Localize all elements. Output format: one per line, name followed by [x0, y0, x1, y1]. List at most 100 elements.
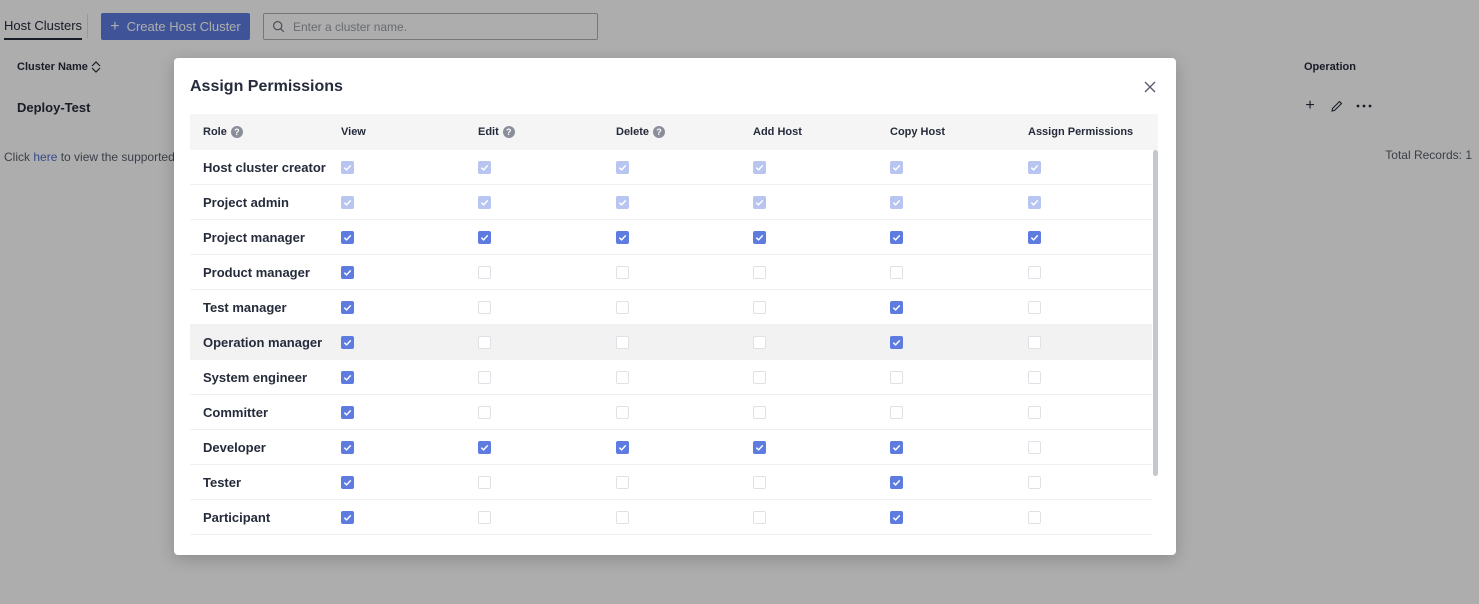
permission-cell [616, 395, 629, 429]
checkbox-assign-permissions[interactable] [1028, 300, 1041, 314]
checkbox-add-host [753, 160, 766, 174]
checkbox-add-host [753, 195, 766, 209]
checkbox-assign-permissions[interactable] [1028, 475, 1041, 489]
help-icon[interactable]: ? [502, 126, 515, 138]
checkbox-delete[interactable] [616, 370, 629, 384]
checkbox-delete[interactable] [616, 440, 629, 454]
checkbox-delete[interactable] [616, 230, 629, 244]
permission-cell [890, 185, 903, 219]
permission-cell [890, 430, 903, 464]
checkbox-copy-host[interactable] [890, 475, 903, 489]
checkbox-copy-host[interactable] [890, 405, 903, 419]
checkbox-copy-host[interactable] [890, 440, 903, 454]
checkbox-assign-permissions[interactable] [1028, 405, 1041, 419]
checkbox-edit[interactable] [478, 300, 491, 314]
checkbox-add-host[interactable] [753, 370, 766, 384]
table-row: Developer [190, 430, 1152, 465]
permission-cell [890, 290, 903, 324]
permission-cell [478, 430, 491, 464]
permission-cell [341, 185, 354, 219]
role-cell: Product manager [203, 255, 310, 289]
role-cell: Test manager [203, 290, 287, 324]
checkbox-assign-permissions[interactable] [1028, 440, 1041, 454]
checkbox-delete[interactable] [616, 475, 629, 489]
role-cell: Tester [203, 465, 241, 499]
permission-cell [341, 290, 354, 324]
checkbox-copy-host[interactable] [890, 370, 903, 384]
permission-cell [890, 255, 903, 289]
permission-cell [753, 325, 766, 359]
help-icon[interactable]: ? [653, 126, 666, 138]
checkbox-edit[interactable] [478, 335, 491, 349]
role-name: Host cluster creator [203, 159, 326, 175]
checkbox-edit[interactable] [478, 440, 491, 454]
table-row: Participant [190, 500, 1152, 535]
checkbox-assign-permissions[interactable] [1028, 510, 1041, 524]
checkbox-add-host[interactable] [753, 475, 766, 489]
permission-cell [1028, 185, 1041, 219]
checkbox-view[interactable] [341, 440, 354, 454]
permission-cell [616, 360, 629, 394]
checkbox-assign-permissions[interactable] [1028, 370, 1041, 384]
permission-cell [341, 430, 354, 464]
checkbox-view[interactable] [341, 510, 354, 524]
checkbox-view[interactable] [341, 265, 354, 279]
checkbox-add-host[interactable] [753, 265, 766, 279]
checkbox-copy-host[interactable] [890, 335, 903, 349]
checkbox-view[interactable] [341, 405, 354, 419]
checkbox-add-host[interactable] [753, 440, 766, 454]
close-icon[interactable] [1142, 79, 1158, 95]
checkbox-edit[interactable] [478, 370, 491, 384]
permission-cell [341, 500, 354, 534]
checkbox-add-host[interactable] [753, 300, 766, 314]
permission-cell [753, 465, 766, 499]
checkbox-copy-host[interactable] [890, 300, 903, 314]
checkbox-add-host[interactable] [753, 510, 766, 524]
checkbox-edit[interactable] [478, 265, 491, 279]
checkbox-copy-host[interactable] [890, 265, 903, 279]
table-scrollbar[interactable] [1153, 150, 1158, 476]
checkbox-add-host[interactable] [753, 335, 766, 349]
permission-cell [1028, 325, 1041, 359]
help-icon[interactable]: ? [230, 126, 243, 138]
permission-cell [753, 395, 766, 429]
checkbox-assign-permissions[interactable] [1028, 230, 1041, 244]
checkbox-add-host[interactable] [753, 230, 766, 244]
checkbox-delete[interactable] [616, 300, 629, 314]
column-header-label: Edit [478, 126, 499, 138]
permission-cell [753, 430, 766, 464]
permission-cell [478, 290, 491, 324]
checkbox-view[interactable] [341, 230, 354, 244]
column-header-role: Role? [203, 114, 243, 150]
checkbox-copy-host [890, 160, 903, 174]
checkbox-view[interactable] [341, 300, 354, 314]
checkbox-view [341, 195, 354, 209]
checkbox-view[interactable] [341, 475, 354, 489]
checkbox-delete[interactable] [616, 265, 629, 279]
checkbox-copy-host[interactable] [890, 510, 903, 524]
checkbox-delete[interactable] [616, 335, 629, 349]
checkbox-view[interactable] [341, 335, 354, 349]
checkbox-edit[interactable] [478, 510, 491, 524]
role-name: Product manager [203, 264, 310, 280]
checkbox-assign-permissions[interactable] [1028, 265, 1041, 279]
role-cell: Host cluster creator [203, 150, 326, 184]
permission-cell [341, 150, 354, 184]
checkbox-add-host[interactable] [753, 405, 766, 419]
role-cell: Committer [203, 395, 268, 429]
column-header-label: Delete [616, 126, 650, 138]
role-cell: Developer [203, 430, 266, 464]
checkbox-view[interactable] [341, 370, 354, 384]
checkbox-edit[interactable] [478, 405, 491, 419]
role-name: Developer [203, 439, 266, 455]
checkbox-edit[interactable] [478, 230, 491, 244]
permission-cell [753, 150, 766, 184]
permission-cell [753, 360, 766, 394]
checkbox-delete[interactable] [616, 510, 629, 524]
checkbox-assign-permissions[interactable] [1028, 335, 1041, 349]
column-header-label: Add Host [753, 126, 802, 138]
checkbox-copy-host[interactable] [890, 230, 903, 244]
checkbox-edit[interactable] [478, 475, 491, 489]
checkbox-delete[interactable] [616, 405, 629, 419]
permission-cell [1028, 220, 1041, 254]
